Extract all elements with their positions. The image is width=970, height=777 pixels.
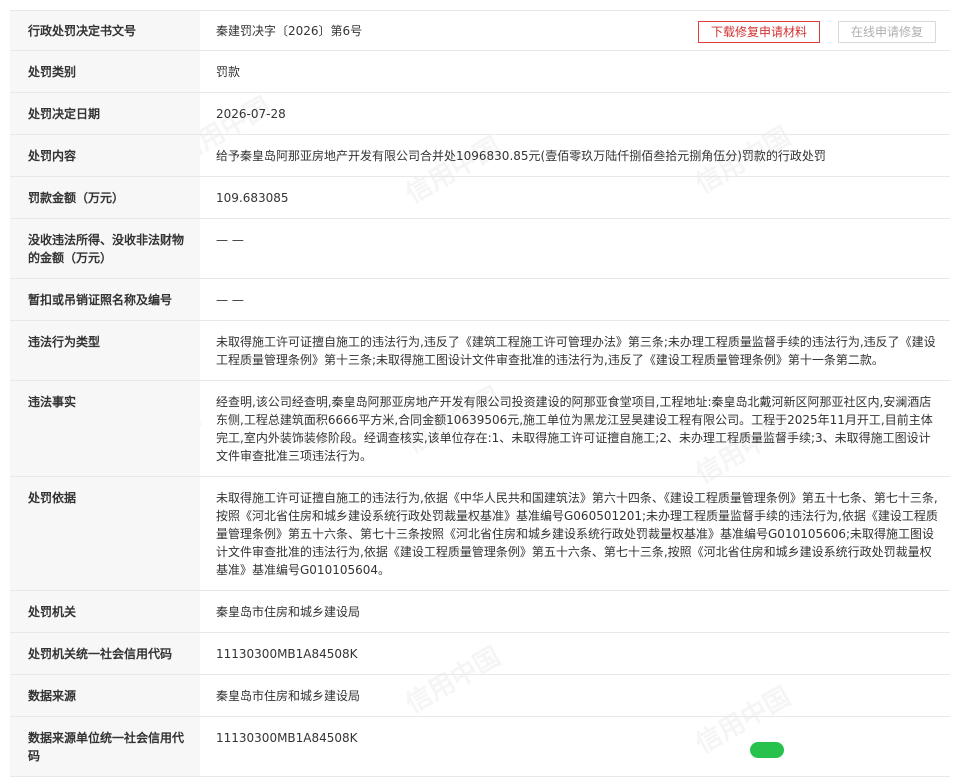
table-row: 罚款金额（万元） 109.683085	[10, 176, 950, 219]
row-label: 没收违法所得、没收非法财物的金额（万元）	[10, 218, 200, 279]
row-value-cell: 秦建罚决字〔2026〕第6号 下载修复申请材料 在线申请修复	[200, 11, 950, 51]
row-label: 处罚机关	[10, 590, 200, 633]
row-value: 11130300MB1A84508K	[200, 632, 950, 675]
row-label: 处罚决定日期	[10, 92, 200, 135]
table-row: 处罚决定日期 2026-07-28	[10, 92, 950, 135]
row-value: 秦皇岛市住房和城乡建设局	[200, 674, 950, 717]
table-row: 违法事实 经查明,该公司经查明,秦皇岛阿那亚房地产开发有限公司投资建设的阿那亚食…	[10, 380, 950, 477]
penalty-detail-table: 行政处罚决定书文号 秦建罚决字〔2026〕第6号 下载修复申请材料 在线申请修复…	[10, 10, 950, 777]
row-label: 罚款金额（万元）	[10, 176, 200, 219]
row-label: 数据来源单位统一社会信用代码	[10, 716, 200, 777]
table-row: 处罚类别 罚款	[10, 50, 950, 93]
table-row: 处罚机关 秦皇岛市住房和城乡建设局	[10, 590, 950, 633]
download-repair-materials-button[interactable]: 下载修复申请材料	[697, 21, 820, 43]
row-label: 处罚依据	[10, 476, 200, 591]
decision-number: 秦建罚决字〔2026〕第6号	[216, 24, 363, 38]
row-label: 处罚类别	[10, 50, 200, 93]
row-value: 经查明,该公司经查明,秦皇岛阿那亚房地产开发有限公司投资建设的阿那亚食堂项目,工…	[200, 380, 950, 477]
table-row: 暂扣或吊销证照名称及编号 — —	[10, 278, 950, 321]
table-row: 违法行为类型 未取得施工许可证擅自施工的违法行为,违反了《建筑工程施工许可管理办…	[10, 320, 950, 381]
table-row: 数据来源 秦皇岛市住房和城乡建设局	[10, 674, 950, 717]
table-row: 处罚内容 给予秦皇岛阿那亚房地产开发有限公司合并处1096830.85元(壹佰零…	[10, 134, 950, 177]
row-value: 秦皇岛市住房和城乡建设局	[200, 590, 950, 633]
floating-chat-widget[interactable]	[750, 742, 784, 758]
row-label: 处罚内容	[10, 134, 200, 177]
row-label: 暂扣或吊销证照名称及编号	[10, 278, 200, 321]
row-label: 违法行为类型	[10, 320, 200, 381]
row-label: 违法事实	[10, 380, 200, 477]
table-row: 处罚依据 未取得施工许可证擅自施工的违法行为,依据《中华人民共和国建筑法》第六十…	[10, 476, 950, 591]
row-value: 未取得施工许可证擅自施工的违法行为,违反了《建筑工程施工许可管理办法》第三条;未…	[200, 320, 950, 381]
online-repair-application-button[interactable]: 在线申请修复	[837, 21, 936, 43]
row-value: — —	[200, 278, 950, 321]
row-value: 未取得施工许可证擅自施工的违法行为,依据《中华人民共和国建筑法》第六十四条、《建…	[200, 476, 950, 591]
table-row: 处罚机关统一社会信用代码 11130300MB1A84508K	[10, 632, 950, 675]
table-row: 数据来源单位统一社会信用代码 11130300MB1A84508K	[10, 716, 950, 777]
row-value: 109.683085	[200, 176, 950, 219]
row-label: 处罚机关统一社会信用代码	[10, 632, 200, 675]
row-value: 罚款	[200, 50, 950, 93]
row-label: 数据来源	[10, 674, 200, 717]
row-label: 行政处罚决定书文号	[10, 11, 200, 51]
table-row: 行政处罚决定书文号 秦建罚决字〔2026〕第6号 下载修复申请材料 在线申请修复	[10, 11, 950, 51]
table-row: 没收违法所得、没收非法财物的金额（万元） — —	[10, 218, 950, 279]
row-value: 给予秦皇岛阿那亚房地产开发有限公司合并处1096830.85元(壹佰零玖万陆仟捌…	[200, 134, 950, 177]
row-value: 11130300MB1A84508K	[200, 716, 950, 777]
row-value: — —	[200, 218, 950, 279]
row-value: 2026-07-28	[200, 92, 950, 135]
